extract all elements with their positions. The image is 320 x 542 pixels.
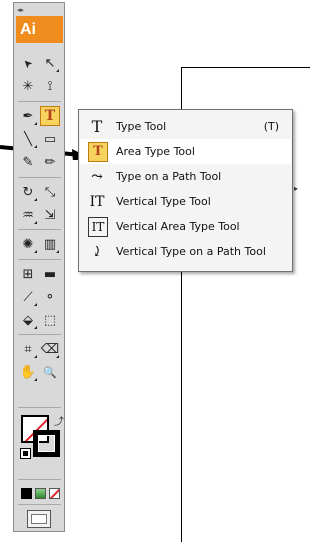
flyout-item-label: Vertical Type Tool	[116, 195, 211, 208]
direct-selection-tool[interactable]: ↖	[40, 53, 60, 73]
scale-icon: ⤡	[44, 184, 56, 200]
flyout-item-vertical-type-tool[interactable]: IT Vertical Type Tool	[80, 189, 291, 214]
toolbar-divider	[18, 101, 61, 102]
slice-icon: ⌗	[24, 341, 32, 357]
type-tool-flyout: T Type Tool (T) T Area Type Tool ⤳ Type …	[78, 109, 298, 272]
swap-fill-stroke-icon[interactable]: ⤴	[54, 413, 64, 428]
paintbrush-tool[interactable]: ✎	[18, 152, 38, 172]
toolbar-divider	[18, 334, 61, 335]
free-transform-icon: ⇲	[44, 207, 56, 223]
flyout-item-vertical-area-type-tool[interactable]: IT Vertical Area Type Tool	[80, 214, 291, 239]
line-segment-tool[interactable]: ╲	[18, 129, 38, 149]
live-paint-bucket-icon: ⬙	[23, 312, 33, 328]
flyout-item-label: Type on a Path Tool	[116, 170, 222, 183]
vertical-type-on-path-icon: ⤸	[91, 243, 103, 260]
rotate-icon: ↻	[22, 184, 34, 200]
mesh-icon: ⊞	[22, 266, 34, 282]
rectangle-icon: ▭	[43, 131, 57, 147]
app-logo: Ai	[16, 16, 63, 43]
pencil-icon: ✏	[44, 154, 56, 170]
selection-arrow-icon: ➤	[20, 55, 36, 71]
eyedropper-tool[interactable]: ⟋	[18, 287, 38, 307]
flyout-item-shortcut: (T)	[263, 120, 279, 133]
blend-tool[interactable]: ⚬	[40, 287, 60, 307]
screen-mode-button[interactable]	[27, 510, 51, 528]
rectangle-tool[interactable]: ▭	[40, 129, 60, 149]
eyedropper-icon: ⟋	[23, 289, 33, 305]
column-graph-tool[interactable]: ▥	[40, 234, 60, 254]
flyout-item-label: Vertical Area Type Tool	[116, 220, 240, 233]
free-transform-tool[interactable]: ⇲	[40, 205, 60, 225]
live-paint-selection-tool[interactable]: ⬚	[40, 310, 60, 330]
lasso-icon: ⟟	[47, 78, 53, 94]
pen-nib-icon: ✒	[22, 108, 34, 124]
vertical-area-type-icon: IT	[88, 216, 108, 237]
warp-icon: ♒	[22, 207, 34, 223]
flyout-item-label: Vertical Type on a Path Tool	[116, 245, 266, 258]
live-paint-bucket-tool[interactable]: ⬙	[18, 310, 38, 330]
gradient-mode-button[interactable]	[35, 488, 46, 499]
lasso-tool[interactable]: ⟟	[40, 76, 60, 96]
line-segment-icon: ╲	[24, 131, 32, 147]
toolbar-divider	[18, 229, 61, 230]
none-mode-button[interactable]	[49, 488, 60, 499]
magic-wand-icon: ✳	[22, 78, 34, 94]
column-graph-icon: ▥	[43, 236, 57, 252]
rotate-tool[interactable]: ↻	[18, 182, 38, 202]
zoom-magnifier-icon: 🔍	[43, 365, 57, 379]
magic-wand-tool[interactable]: ✳	[18, 76, 38, 96]
live-paint-selection-icon: ⬚	[43, 312, 57, 328]
mesh-tool[interactable]: ⊞	[18, 264, 38, 284]
type-icon: T	[91, 117, 103, 136]
flyout-item-label: Type Tool	[116, 120, 167, 133]
gradient-icon: ▬	[43, 266, 57, 282]
type-tool[interactable]: T	[40, 106, 60, 126]
flyout-item-type-tool[interactable]: T Type Tool (T)	[80, 114, 291, 139]
toolbar-divider	[18, 259, 61, 260]
vertical-type-icon: IT	[89, 193, 105, 210]
color-mode-button[interactable]	[21, 488, 32, 499]
hand-tool[interactable]: ✋	[18, 362, 38, 382]
fill-stroke-control: ⤴	[20, 413, 64, 459]
type-on-path-icon: ⤳	[91, 168, 103, 185]
artboard-top-edge	[181, 67, 310, 68]
eraser-tool[interactable]: ⌫	[40, 339, 60, 359]
flyout-tearoff-icon[interactable]: ▸	[294, 184, 298, 193]
pencil-tool[interactable]: ✏	[40, 152, 60, 172]
toolbar-divider	[18, 504, 61, 505]
area-type-icon: T	[88, 141, 108, 162]
pen-tool[interactable]: ✒	[18, 106, 38, 126]
symbol-sprayer-icon: ✺	[22, 236, 34, 252]
stroke-swatch[interactable]	[33, 430, 60, 457]
warp-tool[interactable]: ♒	[18, 205, 38, 225]
tools-panel: ◂▸ Ai ➤ ↖ ✳ ⟟ ✒ T ╲ ▭ ✎ ✏ ↻ ⤡ ♒ ⇲ ✺ ▥ ⊞ …	[13, 2, 65, 532]
flyout-item-type-on-path-tool[interactable]: ⤳ Type on a Path Tool	[80, 164, 291, 189]
flyout-item-label: Area Type Tool	[116, 145, 195, 158]
flyout-item-area-type-tool[interactable]: T Area Type Tool	[80, 139, 291, 164]
toolbar-divider	[18, 479, 61, 480]
blend-icon: ⚬	[44, 289, 56, 305]
scale-tool[interactable]: ⤡	[40, 182, 60, 202]
direct-selection-icon: ↖	[44, 55, 56, 71]
zoom-tool[interactable]: 🔍	[40, 362, 60, 382]
gradient-tool[interactable]: ▬	[40, 264, 60, 284]
paintbrush-icon: ✎	[22, 154, 34, 170]
selection-tool[interactable]: ➤	[18, 53, 38, 73]
toolbar-divider	[18, 407, 61, 408]
type-t-icon: T	[44, 108, 56, 124]
slice-tool[interactable]: ⌗	[18, 339, 38, 359]
panel-grip-icon[interactable]: ◂▸	[17, 5, 63, 15]
default-fill-stroke-icon[interactable]	[20, 448, 31, 459]
toolbar-divider	[18, 177, 61, 178]
flyout-item-vertical-type-on-path-tool[interactable]: ⤸ Vertical Type on a Path Tool	[80, 239, 291, 264]
symbol-sprayer-tool[interactable]: ✺	[18, 234, 38, 254]
